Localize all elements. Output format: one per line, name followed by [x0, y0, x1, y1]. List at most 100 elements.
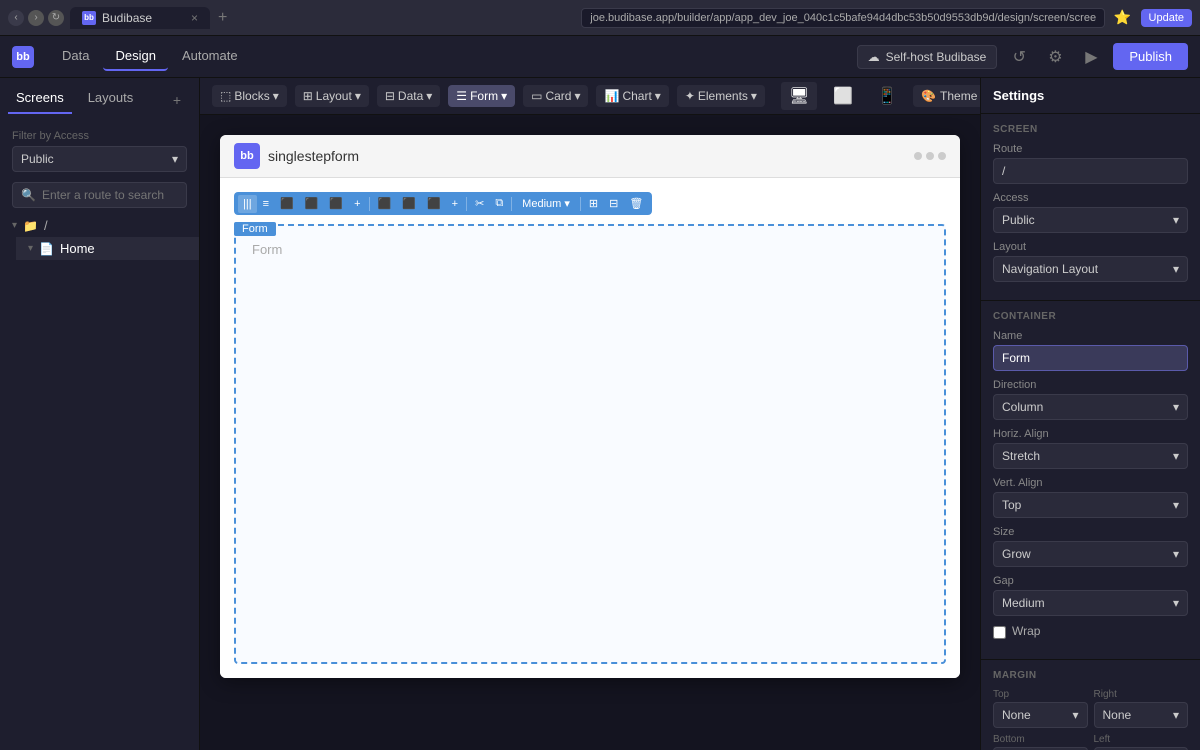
access-field: Access Public ▾: [993, 192, 1188, 233]
card-btn[interactable]: ▭ Card ▾: [523, 85, 588, 107]
browser-chrome: ‹ › ↻ bb Budibase × + ⭐ Update: [0, 0, 1200, 36]
data-btn[interactable]: ⊟ Data ▾: [377, 85, 440, 107]
access-value: Public: [1002, 213, 1035, 227]
back-btn[interactable]: ‹: [8, 10, 24, 26]
self-host-btn[interactable]: ☁ Self-host Budibase: [857, 45, 998, 69]
ft-grid-btn[interactable]: ⊞: [584, 194, 603, 213]
ft-list-btn[interactable]: ⊟: [604, 194, 623, 213]
update-btn[interactable]: Update: [1141, 9, 1192, 27]
top-nav: bb Data Design Automate ☁ Self-host Budi…: [0, 36, 1200, 78]
vert-align-select[interactable]: Top ▾: [993, 492, 1188, 518]
canvas-frame: bb singlestepform Home: [220, 135, 960, 678]
nav-actions: ☁ Self-host Budibase ↺ ⚙ ▶ Publish: [857, 43, 1188, 71]
gap-select[interactable]: Medium ▾: [993, 590, 1188, 616]
blocks-chevron: ▾: [273, 89, 279, 103]
settings-icon-btn[interactable]: ⚙: [1041, 43, 1069, 71]
layout-label: Layout: [316, 89, 352, 103]
direction-value: Column: [1002, 400, 1043, 414]
gap-value: Medium: [1002, 596, 1045, 610]
margin-top-label: Top: [993, 689, 1088, 700]
layout-select[interactable]: Navigation Layout ▾: [993, 256, 1188, 282]
sidebar-tab-screens[interactable]: Screens: [8, 86, 72, 114]
forward-btn[interactable]: ›: [28, 10, 44, 26]
ft-crop-btn[interactable]: ✂: [470, 194, 489, 213]
add-screen-btn[interactable]: +: [163, 86, 191, 114]
dot3: [938, 152, 946, 160]
logo: bb: [12, 46, 34, 68]
wrap-label[interactable]: Wrap: [1012, 624, 1040, 638]
elements-btn[interactable]: ✦ Elements ▾: [677, 85, 765, 107]
card-chevron: ▾: [574, 89, 580, 103]
nav-tab-design[interactable]: Design: [103, 42, 167, 71]
access-select[interactable]: Public ▾: [993, 207, 1188, 233]
ft-sep4: [580, 197, 581, 211]
extensions-btn[interactable]: ⭐: [1111, 6, 1135, 30]
theme-label: Theme: [940, 89, 977, 103]
gap-field: Gap Medium ▾: [993, 575, 1188, 616]
name-label: Name: [993, 330, 1188, 342]
horiz-align-select[interactable]: Stretch ▾: [993, 443, 1188, 469]
refresh-icon-btn[interactable]: ↺: [1005, 43, 1033, 71]
blocks-btn[interactable]: ⬚ Blocks ▾: [212, 85, 287, 107]
ft-plus2-btn[interactable]: +: [447, 195, 463, 213]
tablet-view-btn[interactable]: ⬜: [825, 82, 861, 110]
margin-left-field: Left None ▾: [1094, 734, 1189, 750]
ft-align1-btn[interactable]: ⬛: [275, 194, 299, 213]
canvas-area[interactable]: bb singlestepform Home: [200, 115, 980, 750]
form-container[interactable]: Form: [234, 224, 946, 664]
route-label: Route: [993, 143, 1188, 155]
ft-plus1-btn[interactable]: +: [349, 195, 365, 213]
tree-item-home[interactable]: ▾ 📄 Home: [16, 237, 199, 260]
gap-label: Gap: [993, 575, 1188, 587]
screen-section-title: SCREEN: [993, 124, 1188, 135]
nav-tab-automate[interactable]: Automate: [170, 42, 250, 71]
form-btn[interactable]: ☰ Form ▾: [448, 85, 515, 107]
sidebar-tab-layouts[interactable]: Layouts: [80, 86, 142, 114]
mobile-view-btn[interactable]: 📱: [869, 82, 905, 110]
ft-valign3-btn[interactable]: ⬛: [422, 194, 446, 213]
close-tab-icon[interactable]: ×: [191, 11, 198, 25]
chart-btn[interactable]: 📊 Chart ▾: [596, 85, 668, 107]
address-bar[interactable]: [581, 8, 1104, 28]
wrap-checkbox[interactable]: [993, 626, 1006, 639]
canvas-wrapper: bb singlestepform Home: [220, 135, 960, 730]
filter-label: Filter by Access: [12, 130, 187, 142]
nav-tab-data[interactable]: Data: [50, 42, 101, 71]
ft-size-btn[interactable]: Medium ▾: [515, 194, 577, 213]
route-input[interactable]: [993, 158, 1188, 184]
right-sidebar: Settings SCREEN Route Access Public ▾ La…: [980, 78, 1200, 750]
horiz-align-chevron-icon: ▾: [1173, 449, 1179, 463]
filter-select[interactable]: Public ▾: [12, 146, 187, 172]
ft-valign1-btn[interactable]: ⬛: [373, 194, 397, 213]
ft-align2-btn[interactable]: ⬛: [300, 194, 324, 213]
margin-section-title: MARGIN: [993, 670, 1188, 681]
ft-copy-btn[interactable]: ⧉: [490, 194, 508, 213]
ft-columns-btn[interactable]: |||: [238, 195, 257, 213]
margin-top-chevron: ▾: [1072, 708, 1078, 722]
search-input[interactable]: [42, 188, 197, 202]
vert-align-chevron-icon: ▾: [1173, 498, 1179, 512]
margin-right-select[interactable]: None ▾: [1094, 702, 1189, 728]
margin-section: MARGIN Top None ▾ Right None ▾: [981, 660, 1200, 750]
reload-btn[interactable]: ↻: [48, 10, 64, 26]
ft-valign2-btn[interactable]: ⬛: [397, 194, 421, 213]
theme-btn[interactable]: 🎨 Theme: [913, 85, 980, 107]
margin-top-select[interactable]: None ▾: [993, 702, 1088, 728]
ft-delete-btn[interactable]: 🗑: [624, 194, 648, 213]
app-logo: bb: [234, 143, 260, 169]
ft-rows-btn[interactable]: ≡: [258, 195, 274, 213]
browser-tab[interactable]: bb Budibase ×: [70, 7, 210, 29]
ft-align3-btn[interactable]: ⬛: [324, 194, 348, 213]
main-content: Screens Layouts + Filter by Access Publi…: [0, 78, 1200, 750]
preview-icon-btn[interactable]: ▶: [1077, 43, 1105, 71]
direction-select[interactable]: Column ▾: [993, 394, 1188, 420]
new-tab-btn[interactable]: +: [214, 9, 231, 27]
margin-right-field: Right None ▾: [1094, 689, 1189, 728]
desktop-view-btn[interactable]: 🖥: [781, 82, 817, 110]
self-host-label: Self-host Budibase: [886, 50, 987, 64]
publish-btn[interactable]: Publish: [1113, 43, 1188, 70]
tree-item-root[interactable]: ▾ 📁 /: [0, 214, 199, 237]
name-input[interactable]: [993, 345, 1188, 371]
layout-btn[interactable]: ⊞ Layout ▾: [295, 85, 369, 107]
size-select[interactable]: Grow ▾: [993, 541, 1188, 567]
